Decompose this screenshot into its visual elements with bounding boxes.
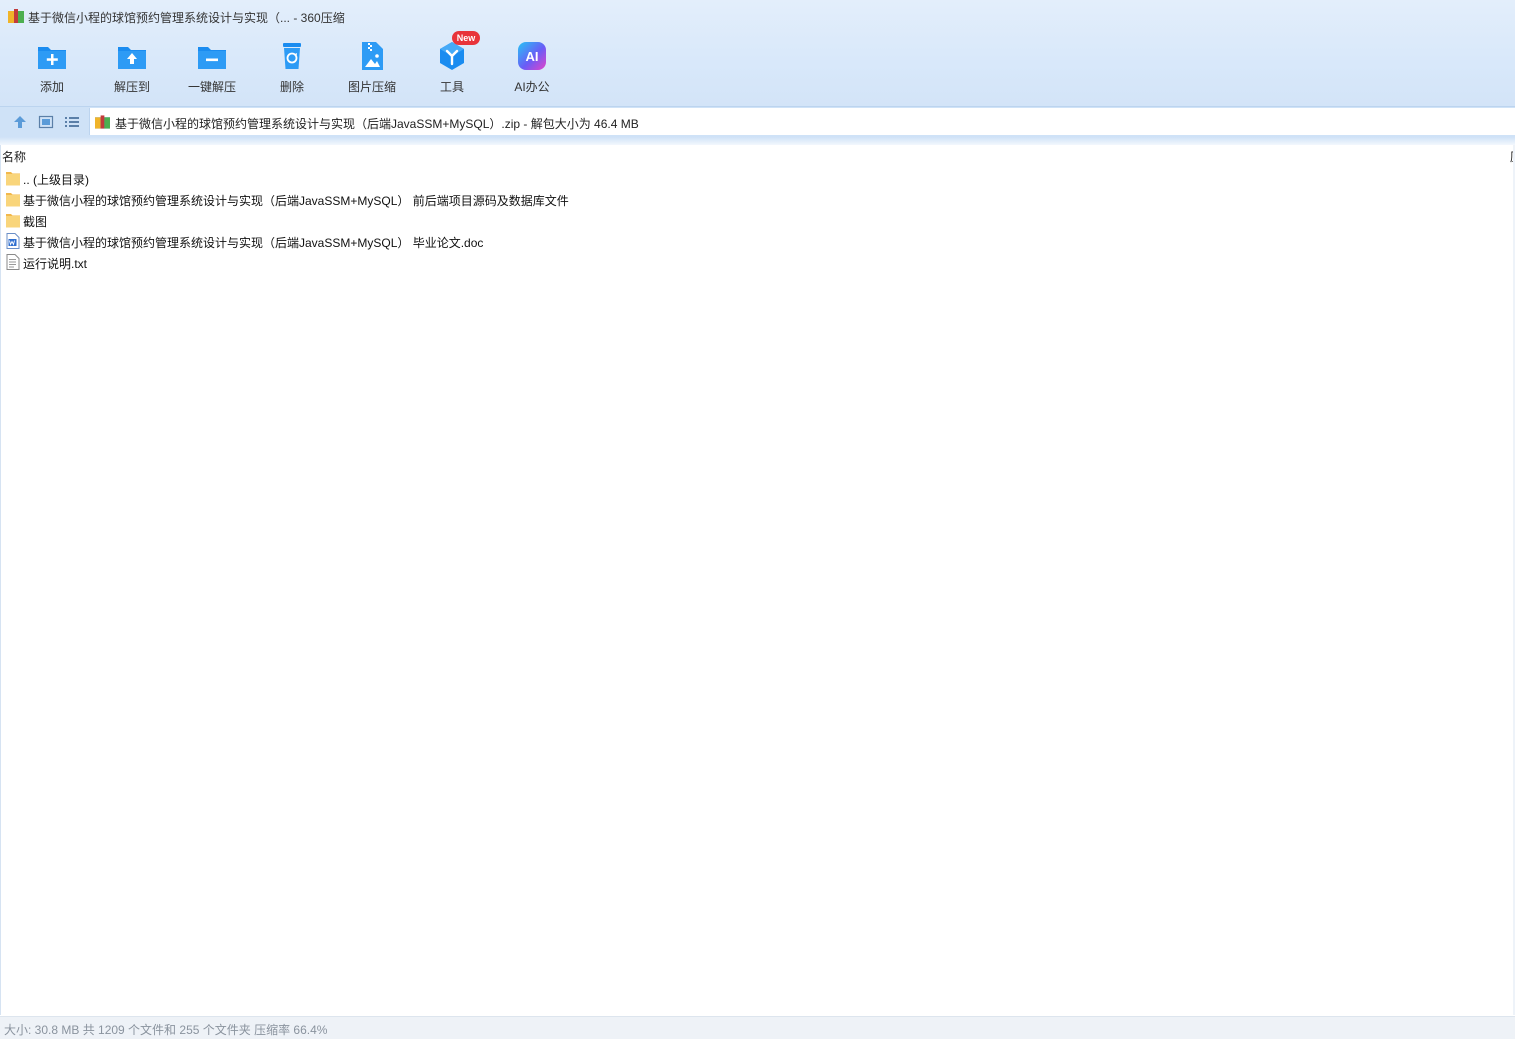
tools-button[interactable]: 工具 bbox=[412, 38, 492, 98]
new-badge: New bbox=[452, 31, 480, 45]
folder-icon bbox=[6, 172, 20, 186]
list-item[interactable]: 截图 bbox=[0, 210, 1515, 231]
file-name: .. (上级目录) bbox=[23, 173, 89, 187]
add-label: 添加 bbox=[39, 80, 64, 94]
top-chrome: 基于微信小程的球馆预约管理系统设计与实现（... - 360压缩 添加 解压到 bbox=[0, 0, 1515, 106]
up-level-icon[interactable] bbox=[12, 114, 28, 130]
navigation-bar: 基于微信小程的球馆预约管理系统设计与实现（后端JavaSSM+MySQL）.zi… bbox=[0, 106, 1515, 138]
list-item[interactable]: 运行说明.txt bbox=[0, 252, 1515, 273]
folder-icon bbox=[6, 193, 20, 207]
list-item[interactable]: 基于微信小程的球馆预约管理系统设计与实现（后端JavaSSM+MySQL） 前后… bbox=[0, 189, 1515, 210]
one-click-extract-icon bbox=[198, 47, 226, 69]
image-compress-button[interactable]: 图片压缩 bbox=[332, 38, 412, 98]
one-click-extract-label: 一键解压 bbox=[187, 80, 236, 94]
separator-band bbox=[0, 137, 1515, 145]
ai-icon-text: AI bbox=[526, 49, 539, 64]
extract-to-icon bbox=[118, 47, 146, 69]
column-header-name[interactable]: 名称 bbox=[2, 148, 26, 165]
status-bar: 大小: 30.8 MB 共 1209 个文件和 255 个文件夹 压缩率 66.… bbox=[0, 1016, 1515, 1039]
delete-button[interactable]: 删除 bbox=[252, 38, 332, 98]
tools-label: 工具 bbox=[439, 80, 464, 94]
title-bar: 基于微信小程的球馆预约管理系统设计与实现（... - 360压缩 bbox=[0, 0, 1515, 32]
address-bar[interactable]: 基于微信小程的球馆预约管理系统设计与实现（后端JavaSSM+MySQL）.zi… bbox=[89, 108, 1515, 135]
image-compress-label: 图片压缩 bbox=[347, 80, 396, 94]
file-name: 运行说明.txt bbox=[23, 257, 88, 271]
list-view-icon[interactable] bbox=[64, 114, 80, 130]
list-header: 名称 压 bbox=[0, 145, 1515, 165]
ai-office-label: AI办公 bbox=[514, 80, 550, 94]
add-archive-icon bbox=[38, 47, 66, 69]
folder-icon bbox=[6, 214, 20, 228]
ai-office-button[interactable]: AI AI办公 bbox=[492, 38, 572, 98]
status-text: 大小: 30.8 MB 共 1209 个文件和 255 个文件夹 压缩率 66.… bbox=[4, 1023, 328, 1037]
one-click-extract-button[interactable]: 一键解压 bbox=[172, 38, 252, 98]
extract-to-button[interactable]: 解压到 bbox=[92, 38, 172, 98]
delete-label: 删除 bbox=[279, 80, 304, 94]
word-doc-icon bbox=[6, 233, 20, 249]
address-text: 基于微信小程的球馆预约管理系统设计与实现（后端JavaSSM+MySQL）.zi… bbox=[115, 117, 639, 131]
file-name: 截图 bbox=[23, 215, 48, 229]
file-name: 基于微信小程的球馆预约管理系统设计与实现（后端JavaSSM+MySQL） 前后… bbox=[23, 194, 569, 208]
thumbnail-view-icon[interactable] bbox=[38, 114, 54, 130]
image-compress-icon bbox=[362, 42, 383, 70]
list-left-border bbox=[0, 145, 1, 1015]
delete-icon bbox=[283, 43, 301, 69]
zip-archive-icon bbox=[95, 115, 110, 129]
archive-app-icon bbox=[8, 9, 24, 23]
extract-to-label: 解压到 bbox=[113, 80, 150, 94]
list-item[interactable]: 基于微信小程的球馆预约管理系统设计与实现（后端JavaSSM+MySQL） 毕业… bbox=[0, 231, 1515, 252]
list-item[interactable]: .. (上级目录) bbox=[0, 168, 1515, 189]
file-name: 基于微信小程的球馆预约管理系统设计与实现（后端JavaSSM+MySQL） 毕业… bbox=[23, 236, 484, 250]
text-file-icon bbox=[6, 254, 20, 270]
window-title: 基于微信小程的球馆预约管理系统设计与实现（... - 360压缩 bbox=[28, 11, 345, 25]
ai-office-icon: AI bbox=[518, 42, 546, 70]
add-button[interactable]: 添加 bbox=[12, 38, 92, 98]
